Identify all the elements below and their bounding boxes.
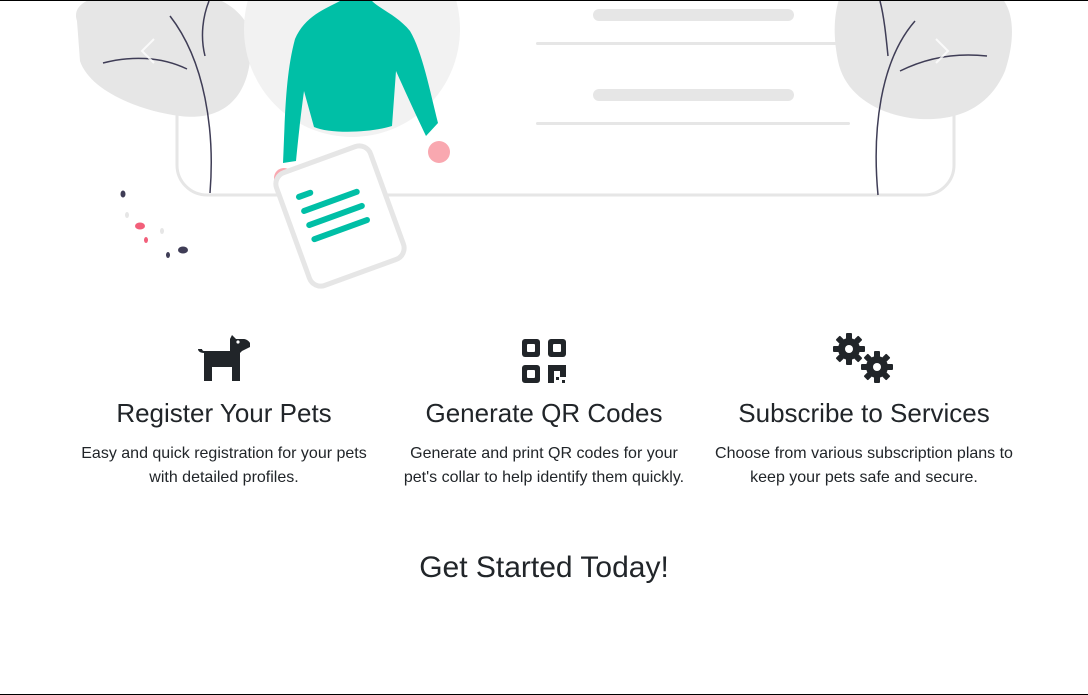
feature-generate-qr: Generate QR Codes Generate and print QR … [384, 329, 704, 490]
carousel-prev-button[interactable] [130, 31, 170, 71]
dog-icon [64, 329, 384, 383]
gears-icon [704, 329, 1024, 383]
feature-description: Choose from various subscription plans t… [715, 445, 1013, 486]
chevron-left-icon [140, 38, 155, 64]
hero-carousel [0, 1, 1088, 301]
feature-title: Subscribe to Services [738, 398, 990, 428]
features-row: Register Your Pets Easy and quick regist… [64, 329, 1024, 490]
feature-description: Generate and print QR codes for your pet… [403, 445, 685, 486]
feature-register-pets: Register Your Pets Easy and quick regist… [64, 329, 384, 490]
chevron-right-icon [935, 38, 950, 64]
feature-description: Easy and quick registration for your pet… [81, 445, 367, 486]
feature-title: Register Your Pets [116, 398, 332, 428]
page-frame: Register Your Pets Easy and quick regist… [0, 0, 1088, 695]
feature-subscribe-services: Subscribe to Services Choose from variou… [704, 329, 1024, 490]
qr-code-icon [384, 329, 704, 383]
get-started-heading: Get Started Today! [419, 551, 669, 584]
carousel-next-button[interactable] [920, 31, 960, 71]
feature-title: Generate QR Codes [425, 398, 663, 428]
